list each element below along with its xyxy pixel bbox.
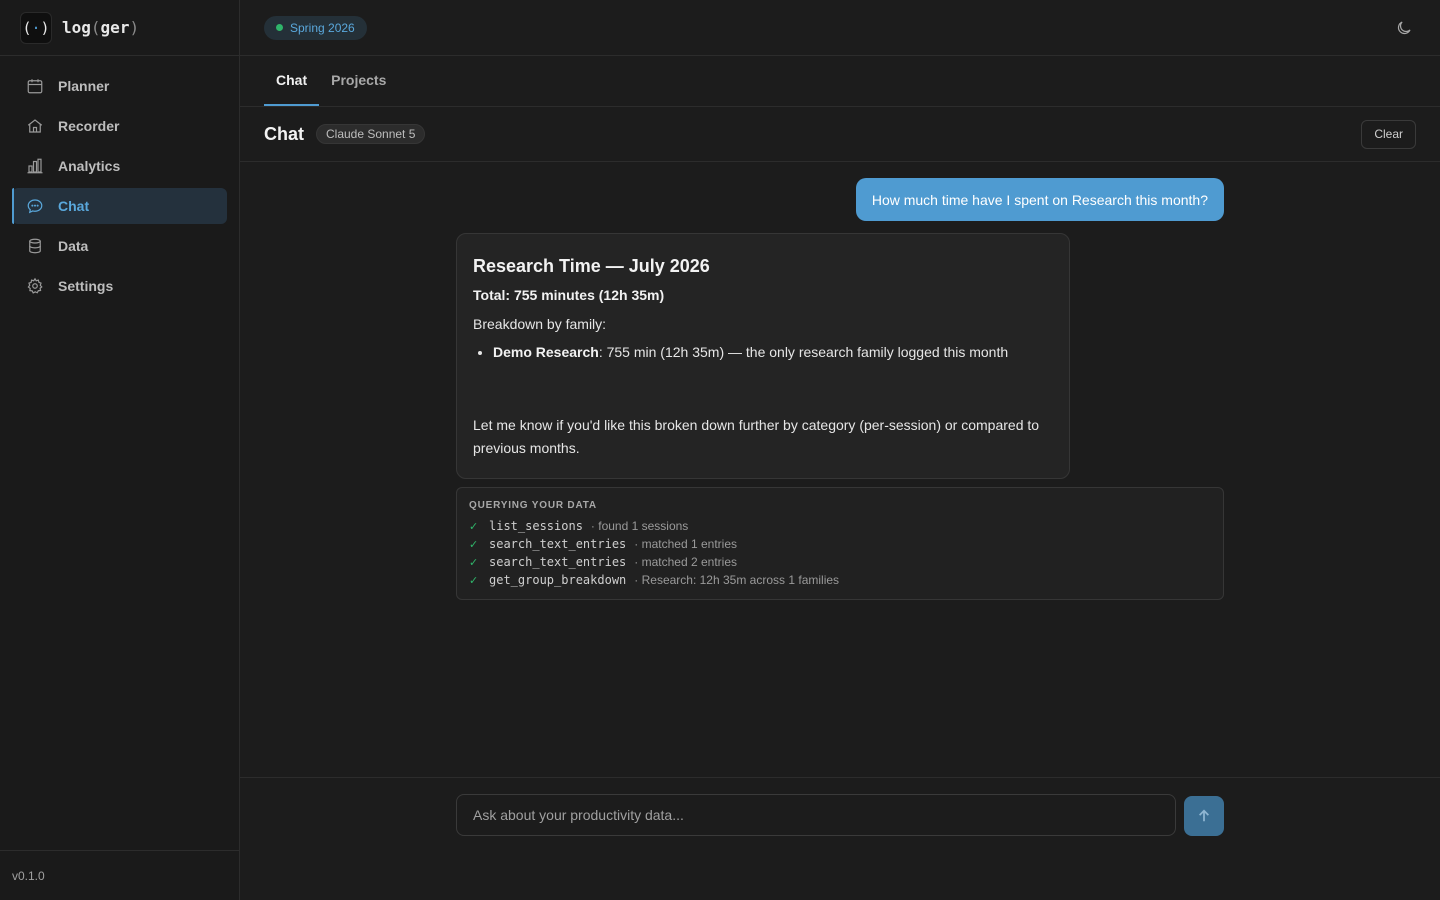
breakdown-list: Demo Research: 755 min (12h 35m) — the o… <box>493 342 1053 362</box>
sidebar: (·) log(ger) Planner Recorder Analytics … <box>0 0 240 900</box>
chat-input[interactable] <box>456 794 1176 836</box>
family-detail: : 755 min (12h 35m) — the only research … <box>598 344 1009 360</box>
chat-header: Chat Claude Sonnet 5 Clear <box>240 107 1440 162</box>
sidebar-item-data[interactable]: Data <box>12 228 227 264</box>
tool-call-row: ✓ list_sessions · found 1 sessions <box>469 517 1211 535</box>
sidebar-nav: Planner Recorder Analytics Chat Data Set… <box>0 56 239 316</box>
calendar-icon <box>27 79 43 94</box>
tab-chat[interactable]: Chat <box>264 68 320 106</box>
tool-calls-panel: QUERYING YOUR DATA ✓ list_sessions · fou… <box>456 487 1224 600</box>
arrow-up-icon <box>1199 809 1209 822</box>
sidebar-item-label: Recorder <box>58 118 120 134</box>
bar-chart-icon <box>27 158 43 174</box>
topbar: Spring 2026 <box>240 0 1440 56</box>
assistant-message: Research Time — July 2026 Total: 755 min… <box>456 233 1070 479</box>
logo-icon: (·) <box>20 11 52 44</box>
sidebar-item-label: Settings <box>58 278 114 294</box>
tool-result: · matched 1 entries <box>634 537 737 551</box>
semester-badge[interactable]: Spring 2026 <box>264 15 367 40</box>
tool-result: · found 1 sessions <box>590 519 689 533</box>
app-name-paren-open: ( <box>90 18 101 37</box>
check-icon: ✓ <box>469 538 479 551</box>
app-name-log: log <box>62 18 91 37</box>
tool-result: · matched 2 entries <box>634 555 737 569</box>
breakdown-label: Breakdown by family: <box>473 316 607 332</box>
response-heading: Research Time — July 2026 <box>473 256 710 276</box>
model-badge: Claude Sonnet 5 <box>316 124 426 144</box>
check-icon: ✓ <box>469 556 479 569</box>
send-button[interactable] <box>1184 796 1224 836</box>
check-icon: ✓ <box>469 574 479 587</box>
tool-call-row: ✓ get_group_breakdown · Research: 12h 35… <box>469 571 1211 589</box>
check-icon: ✓ <box>469 520 479 533</box>
followup-text: Let me know if you'd like this broken do… <box>473 417 1040 456</box>
clear-button[interactable]: Clear <box>1361 119 1416 149</box>
sidebar-item-label: Planner <box>58 78 110 94</box>
app-name: log(ger) <box>62 18 139 37</box>
sidebar-item-label: Chat <box>58 198 90 214</box>
tab-projects[interactable]: Projects <box>319 68 398 106</box>
response-total: Total: 755 minutes (12h 35m) <box>473 287 665 303</box>
sidebar-item-recorder[interactable]: Recorder <box>12 108 227 144</box>
sidebar-item-chat[interactable]: Chat <box>12 188 227 224</box>
chat-bubble-icon <box>27 199 43 214</box>
app-name-paren-close: ) <box>129 18 140 37</box>
family-name: Demo Research <box>493 344 599 360</box>
tab-bar: Chat Projects <box>240 56 1440 107</box>
tool-call-row: ✓ search_text_entries · matched 1 entrie… <box>469 535 1211 553</box>
theme-toggle-button[interactable] <box>1392 16 1416 40</box>
tool-function-name: search_text_entries <box>489 537 627 551</box>
gear-icon <box>27 277 43 294</box>
user-message: How much time have I spent on Research t… <box>855 178 1224 221</box>
home-icon <box>27 119 43 133</box>
tool-call-row: ✓ search_text_entries · matched 2 entrie… <box>469 553 1211 571</box>
sidebar-item-analytics[interactable]: Analytics <box>12 148 227 184</box>
brand[interactable]: (·) log(ger) <box>0 0 239 56</box>
tool-function-name: get_group_breakdown <box>489 573 627 587</box>
sidebar-item-label: Data <box>58 238 89 254</box>
main-panel: Spring 2026 Chat Projects Chat Claude So… <box>240 0 1440 900</box>
tool-function-name: search_text_entries <box>489 555 627 569</box>
sidebar-item-planner[interactable]: Planner <box>12 68 227 104</box>
composer <box>240 777 1440 900</box>
moon-icon <box>1397 20 1411 34</box>
app-name-ger: ger <box>100 18 130 37</box>
database-icon <box>29 238 41 254</box>
chat-title-group: Chat Claude Sonnet 5 <box>264 123 426 145</box>
tool-result: · Research: 12h 35m across 1 families <box>634 573 840 587</box>
list-item: Demo Research: 755 min (12h 35m) — the o… <box>493 342 1053 362</box>
sidebar-item-label: Analytics <box>58 158 121 174</box>
version-label: v0.1.0 <box>0 850 239 900</box>
page-title: Chat <box>264 123 304 144</box>
semester-label: Spring 2026 <box>290 20 355 35</box>
sidebar-item-settings[interactable]: Settings <box>12 268 227 304</box>
app-root: (·) log(ger) Planner Recorder Analytics … <box>0 0 1440 900</box>
tool-calls-heading: QUERYING YOUR DATA <box>469 500 597 511</box>
tool-function-name: list_sessions <box>489 519 583 533</box>
status-dot-icon <box>276 24 283 31</box>
